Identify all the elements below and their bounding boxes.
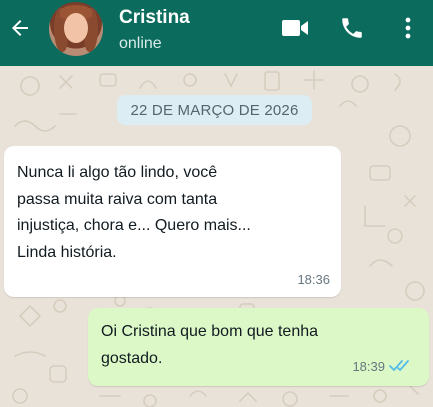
message-text: Nunca li algo tão lindo, você passa muit… — [17, 164, 251, 261]
video-call-button[interactable] — [280, 14, 310, 42]
arrow-left-icon — [12, 20, 28, 36]
date-divider: 22 DE MARÇO DE 2026 — [117, 95, 312, 125]
message-time: 18:39 — [352, 359, 385, 374]
more-options-button[interactable] — [396, 13, 420, 43]
contact-status: online — [119, 35, 162, 52]
message-incoming[interactable]: Nunca li algo tão lindo, você passa muit… — [4, 146, 341, 297]
video-camera-icon — [282, 20, 308, 36]
contact-name[interactable]: Cristina — [119, 7, 190, 29]
message-text: Oi Cristina que bom que tenha gostado. — [101, 323, 319, 367]
chat-header: Cristina online — [0, 0, 433, 66]
message-time: 18:36 — [297, 272, 330, 287]
voice-call-button[interactable] — [337, 13, 367, 43]
more-vertical-icon — [405, 17, 411, 39]
message-outgoing[interactable]: Oi Cristina que bom que tenha gostado. 1… — [88, 308, 429, 386]
phone-icon — [342, 18, 362, 38]
avatar[interactable] — [49, 2, 103, 56]
double-check-read-icon — [389, 360, 409, 371]
back-button[interactable] — [6, 14, 34, 42]
